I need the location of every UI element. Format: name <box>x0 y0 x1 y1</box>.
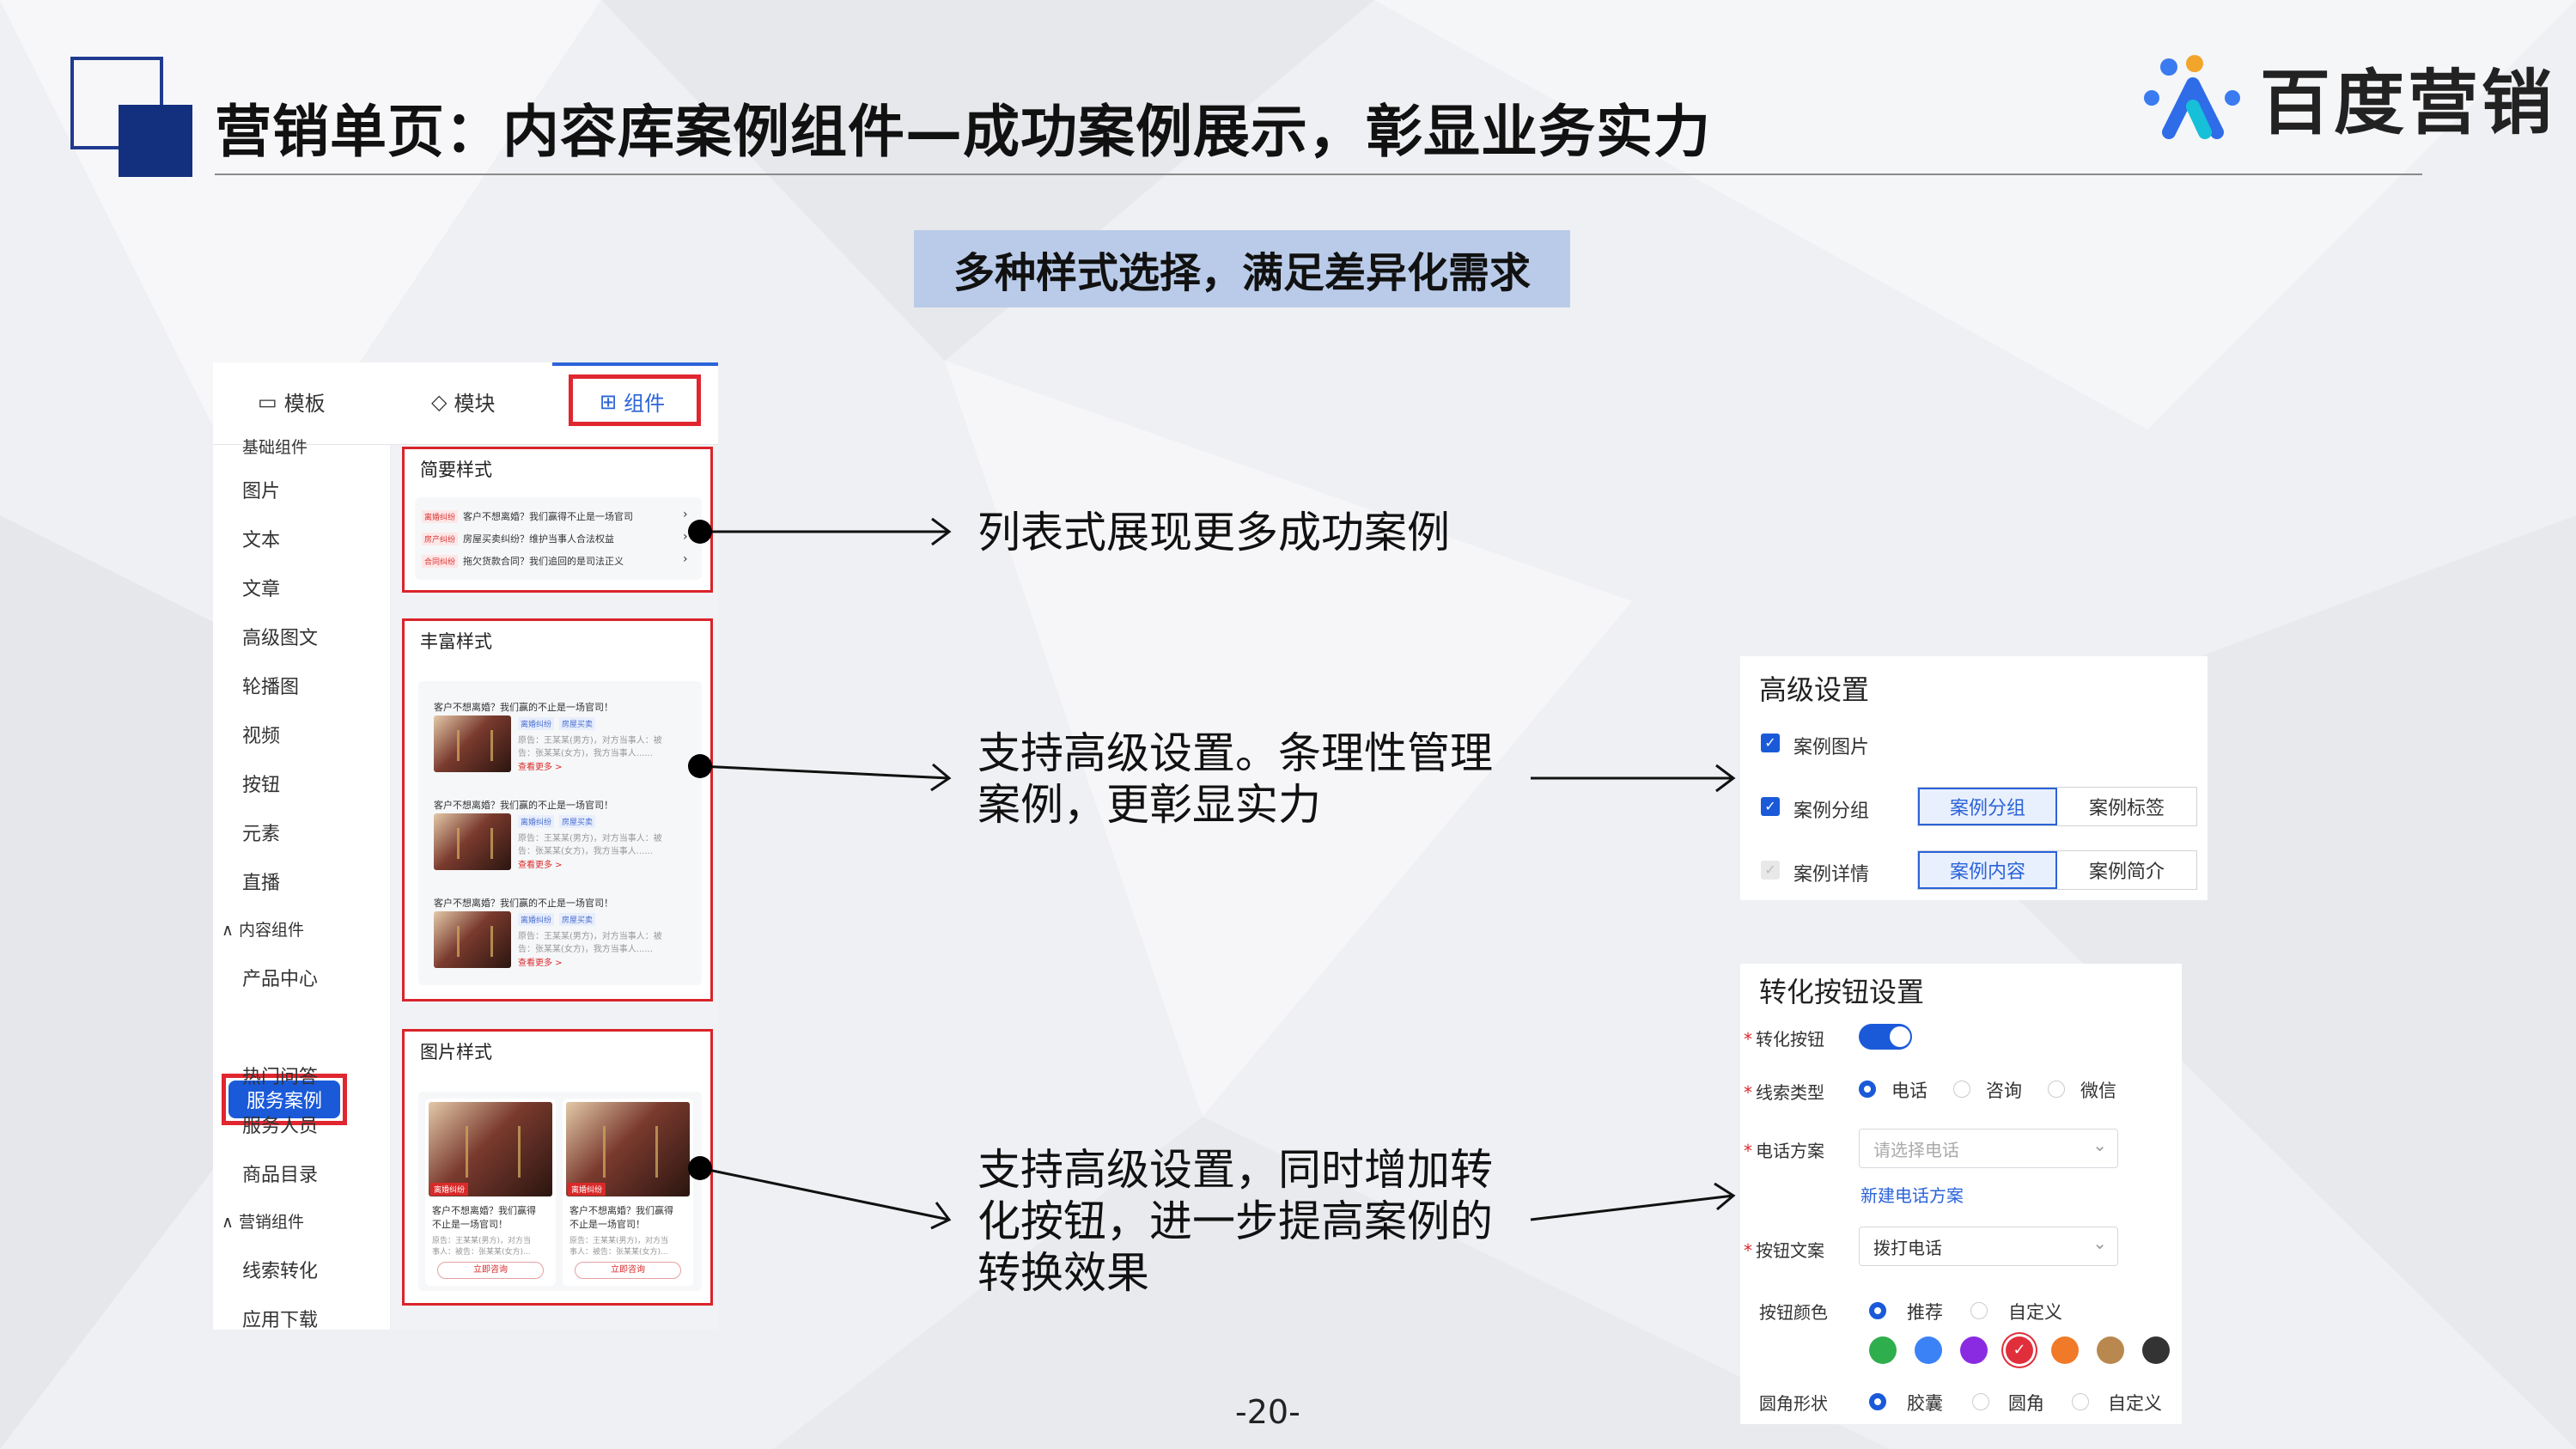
advanced-settings-panel: 高级设置 ✓ 案例图片 ✓ 案例分组 案例分组 案例标签 ✓ 案例详情 案例内容… <box>1740 656 2208 900</box>
case-group-label: 案例分组 <box>1793 801 1870 822</box>
color-swatch[interactable] <box>2097 1336 2124 1364</box>
radio-wechat-label: 微信 <box>2080 1081 2116 1101</box>
connector-dot <box>688 1156 712 1180</box>
button-color-label: 按钮颜色 <box>1759 1302 1828 1323</box>
color-swatch[interactable] <box>1960 1336 1988 1364</box>
color-swatch[interactable]: ✓ <box>2006 1336 2033 1364</box>
convert-settings-title: 转化按钮设置 <box>1759 976 1925 1008</box>
button-text-label-text: 按钮文案 <box>1756 1240 1824 1261</box>
chevron-down-icon: ⌄ <box>2092 1233 2107 1253</box>
callout-advanced-line1: 支持高级设置。条理性管理 <box>977 728 1493 778</box>
button-text-label: * 按钮文案 <box>1744 1240 1824 1261</box>
button-text-select[interactable]: 拨打电话 ⌄ <box>1859 1227 2118 1266</box>
callout-convert-line2: 化按钮，进一步提高案例的 <box>977 1196 1493 1246</box>
color-swatch[interactable] <box>1869 1336 1897 1364</box>
toggle-knob <box>1890 1026 1910 1047</box>
case-detail-segmented: 案例内容 案例简介 <box>1917 850 2197 890</box>
connector-dot <box>688 754 712 778</box>
option-case-summary[interactable]: 案例简介 <box>2057 851 2196 889</box>
radio-color-custom-label: 自定义 <box>2008 1302 2062 1323</box>
radio-color-recommended-label: 推荐 <box>1907 1302 1943 1323</box>
convert-toggle[interactable] <box>1859 1024 1912 1050</box>
phone-plan-select[interactable]: 请选择电话 ⌄ <box>1859 1129 2118 1168</box>
corner-shape-label: 圆角形状 <box>1759 1393 1828 1414</box>
radio-shape-custom[interactable] <box>2072 1393 2089 1410</box>
callout-convert-line1: 支持高级设置，同时增加转 <box>977 1145 1493 1195</box>
callout-convert-line3: 转换效果 <box>977 1248 1149 1298</box>
page-number: -20- <box>1235 1393 1300 1431</box>
radio-wechat[interactable] <box>2048 1081 2065 1098</box>
radio-shape-custom-label: 自定义 <box>2108 1393 2162 1414</box>
color-swatch[interactable] <box>1915 1336 1942 1364</box>
case-group-segmented: 案例分组 案例标签 <box>1917 787 2197 826</box>
radio-shape-capsule-label: 胶囊 <box>1907 1393 1943 1414</box>
phone-plan-label-text: 电话方案 <box>1756 1141 1824 1161</box>
radio-consult[interactable] <box>1953 1081 1970 1098</box>
radio-color-custom[interactable] <box>1970 1302 1988 1319</box>
option-case-tag[interactable]: 案例标签 <box>2057 788 2196 825</box>
radio-phone[interactable] <box>1859 1081 1876 1098</box>
chevron-down-icon: ⌄ <box>2092 1135 2107 1155</box>
checkbox-case-image[interactable]: ✓ <box>1761 734 1780 752</box>
radio-shape-rounded[interactable] <box>1972 1393 1989 1410</box>
button-text-value: 拨打电话 <box>1873 1237 1942 1258</box>
checkbox-case-detail[interactable]: ✓ <box>1761 861 1780 880</box>
radio-consult-label: 咨询 <box>1986 1081 2022 1101</box>
arrow-image <box>699 1166 950 1221</box>
advanced-settings-title: 高级设置 <box>1759 673 1870 706</box>
option-case-content[interactable]: 案例内容 <box>1918 851 2057 889</box>
callout-advanced-line2: 案例，更彰显实力 <box>977 780 1321 830</box>
option-case-group[interactable]: 案例分组 <box>1918 788 2057 825</box>
convert-settings-panel: 转化按钮设置 * 转化按钮 * 线索类型 电话 咨询 微信 * 电话方案 请选择电话 … <box>1740 964 2182 1424</box>
phone-plan-label: * 电话方案 <box>1744 1141 1824 1161</box>
case-image-label: 案例图片 <box>1793 737 1870 758</box>
toggle-label: * 转化按钮 <box>1744 1029 1824 1050</box>
lead-type-label: * 线索类型 <box>1744 1082 1824 1103</box>
radio-shape-capsule[interactable] <box>1869 1393 1886 1410</box>
phone-plan-placeholder: 请选择电话 <box>1873 1139 1959 1160</box>
radio-color-recommended[interactable] <box>1869 1302 1886 1319</box>
new-phone-plan-link[interactable]: 新建电话方案 <box>1860 1182 1964 1207</box>
toggle-label-text: 转化按钮 <box>1756 1029 1824 1050</box>
connector-dot <box>688 520 712 544</box>
arrow-convert <box>1530 1194 1734 1221</box>
case-detail-label: 案例详情 <box>1793 864 1870 886</box>
checkbox-case-group[interactable]: ✓ <box>1761 797 1780 816</box>
color-swatch[interactable] <box>2051 1336 2079 1364</box>
color-swatch[interactable] <box>2142 1336 2170 1364</box>
radio-shape-rounded-label: 圆角 <box>2008 1393 2044 1414</box>
arrow-rich <box>699 764 950 780</box>
callout-list-style: 列表式展现更多成功案例 <box>977 508 1450 557</box>
radio-phone-label: 电话 <box>1891 1081 1927 1101</box>
lead-type-label-text: 线索类型 <box>1756 1082 1824 1103</box>
